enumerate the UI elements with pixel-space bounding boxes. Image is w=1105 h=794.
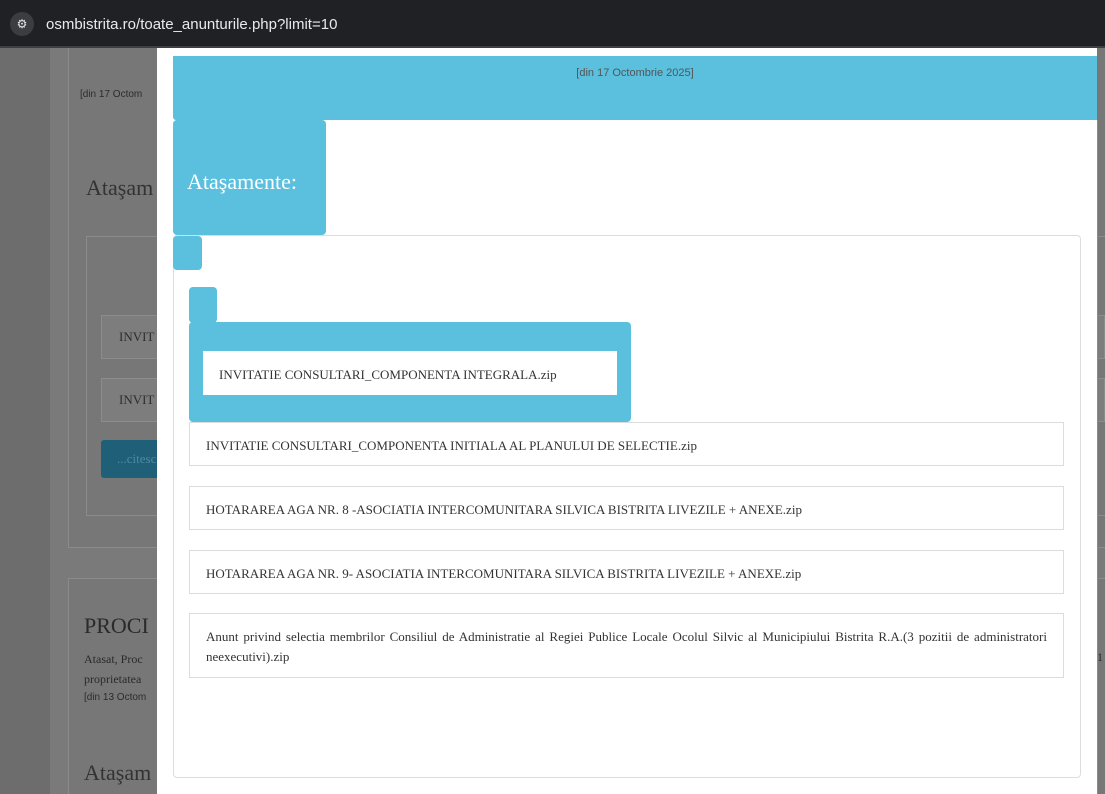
background-attachments-heading: Ataşam xyxy=(84,760,152,785)
highlight-marker xyxy=(173,236,202,270)
background-card-edge xyxy=(1097,120,1105,794)
attachment-link[interactable]: Anunt privind selectia membrilor Consili… xyxy=(189,613,1064,678)
background-date: [din 17 Octom xyxy=(80,89,143,100)
url-text[interactable]: osmbistrita.ro/toate_anunturile.php?limi… xyxy=(46,16,337,33)
background-attachments-heading: Ataşam xyxy=(86,175,154,200)
background-announcement-text: proprietatea xyxy=(84,672,142,686)
attachment-link[interactable]: HOTARAREA AGA NR. 9- ASOCIATIA INTERCOMU… xyxy=(189,550,1064,594)
attachment-link[interactable]: INVITATIE CONSULTARI_COMPONENTA INITIALA… xyxy=(189,422,1064,466)
browser-address-bar[interactable]: ⚙ osmbistrita.ro/toate_anunturile.php?li… xyxy=(0,0,1105,48)
attachments-heading-badge: Ataşamente: xyxy=(173,120,326,235)
attachment-link[interactable]: HOTARAREA AGA NR. 8 -ASOCIATIA INTERCOMU… xyxy=(189,486,1064,530)
modal-header: [din 17 Octombrie 2025] xyxy=(173,56,1097,120)
highlight-marker xyxy=(189,287,217,323)
background-announcement-text: Atasat, Proc xyxy=(84,652,143,666)
attachments-title: Ataşamente: xyxy=(187,169,297,194)
attachments-modal: [din 17 Octombrie 2025] Ataşamente: INVI… xyxy=(157,48,1097,794)
background-announcement-title: PROCI xyxy=(84,613,149,638)
announcement-date: [din 17 Octombrie 2025] xyxy=(576,67,694,79)
background-date: [din 13 Octom xyxy=(84,692,147,703)
attachment-link[interactable]: INVITATIE CONSULTARI_COMPONENTA INTEGRAL… xyxy=(203,351,617,395)
site-settings-icon[interactable]: ⚙ xyxy=(10,12,34,36)
background-text-fragment: 1 xyxy=(1097,650,1103,664)
